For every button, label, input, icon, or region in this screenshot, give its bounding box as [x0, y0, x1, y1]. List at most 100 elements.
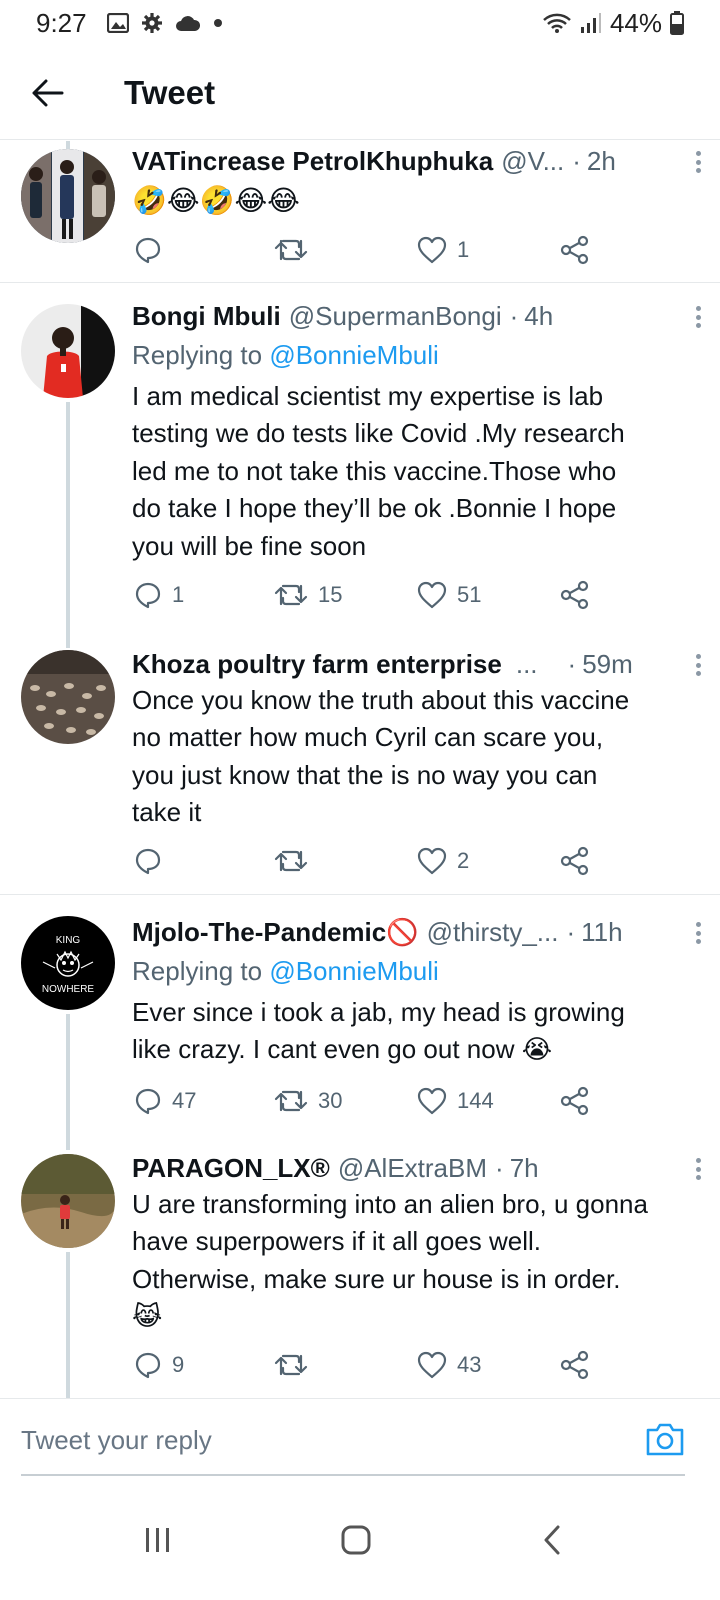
share-button[interactable]	[560, 1350, 590, 1380]
share-icon	[560, 1086, 589, 1116]
avatar[interactable]	[21, 304, 115, 398]
reply-button[interactable]: 9	[134, 1351, 184, 1379]
tweet-meta: Khoza poultry farm enterprise ... · 59m	[132, 644, 701, 684]
share-button[interactable]	[560, 235, 590, 265]
tweet[interactable]: Khoza poultry farm enterprise ... · 59m …	[0, 638, 720, 895]
heart-icon	[417, 236, 447, 264]
retweet-button[interactable]	[274, 1352, 318, 1378]
dot-icon	[213, 18, 223, 28]
tweet-meta: PARAGON_LX® @AlExtraBM · 7h	[132, 1148, 701, 1188]
separator-dot: ·	[509, 300, 519, 331]
reply-button[interactable]: 1	[134, 581, 184, 609]
tweet-body: Bongi Mbuli @SupermanBongi · 4h Replying…	[132, 296, 701, 610]
tweet-meta: VATincrease PetrolKhuphuka @V... · 2h	[132, 141, 701, 181]
avatar[interactable]	[21, 149, 115, 243]
reply-divider	[21, 1474, 685, 1476]
reply-button[interactable]: 47	[134, 1087, 196, 1115]
thread-line	[66, 1132, 70, 1150]
tweet-time[interactable]: 7h	[510, 1153, 539, 1184]
more-options-icon[interactable]	[686, 918, 710, 948]
retweet-button[interactable]	[274, 237, 318, 263]
author-handle[interactable]: @SupermanBongi	[289, 301, 502, 332]
retweet-icon	[274, 850, 308, 872]
retweet-button[interactable]: 30	[274, 1088, 342, 1114]
reply-count: 47	[172, 1088, 197, 1113]
reply-icon	[135, 237, 161, 264]
avatar[interactable]	[21, 1154, 115, 1248]
author-name[interactable]: Khoza poultry farm enterprise	[132, 649, 502, 680]
heart-icon	[417, 847, 447, 875]
reply-button[interactable]	[134, 236, 172, 264]
replying-mention[interactable]: @BonnieMbuli	[269, 340, 438, 370]
battery-icon	[670, 11, 684, 35]
cloud-icon	[175, 14, 201, 32]
author-name[interactable]: Bongi Mbuli	[132, 301, 281, 332]
tweet-body: Mjolo-The-Pandemic🚫 @thirsty_... · 11h R…	[132, 912, 701, 1116]
avatar-text-top: KING	[56, 935, 81, 946]
reply-composer: Tweet your reply	[0, 1398, 720, 1476]
tweet-time[interactable]: 2h	[587, 146, 616, 177]
tweet-actions: 9 43	[132, 1348, 602, 1382]
author-handle[interactable]: @thirsty_...	[427, 917, 559, 948]
status-bar: 9:27 44%	[0, 0, 720, 46]
signal-icon	[580, 12, 602, 34]
reply-input[interactable]: Tweet your reply	[21, 1425, 212, 1456]
replying-prefix: Replying to	[132, 340, 263, 370]
avatar[interactable]	[21, 650, 115, 744]
like-button[interactable]: 144	[417, 1087, 494, 1115]
retweet-button[interactable]	[274, 848, 318, 874]
tweet[interactable]: PARAGON_LX® @AlExtraBM · 7h U are transf…	[0, 1132, 720, 1398]
more-options-icon[interactable]	[686, 650, 710, 680]
heart-icon	[417, 1351, 447, 1379]
retweet-icon	[274, 1354, 308, 1376]
reply-icon	[135, 1352, 161, 1379]
like-button[interactable]: 43	[417, 1351, 481, 1379]
tweet-time[interactable]: 4h	[524, 301, 553, 332]
avatar[interactable]: KING NOWHERE	[21, 916, 115, 1010]
author-name[interactable]: PARAGON_LX®	[132, 1153, 330, 1184]
replying-mention[interactable]: @BonnieMbuli	[269, 956, 438, 986]
share-button[interactable]	[560, 580, 590, 610]
like-button[interactable]: 2	[417, 847, 469, 875]
recent-apps-icon	[146, 1528, 169, 1552]
tweet[interactable]: KING NOWHERE Mjolo-The-Pandemic🚫 @thirst…	[0, 896, 720, 1132]
avatar-text-bottom: NOWHERE	[42, 984, 95, 995]
author-name[interactable]: Mjolo-The-Pandemic🚫	[132, 917, 419, 948]
thread-line	[66, 1014, 70, 1132]
back-button[interactable]	[18, 63, 78, 123]
share-button[interactable]	[560, 1086, 590, 1116]
retweet-button[interactable]: 15	[274, 582, 342, 608]
retweet-count: 30	[318, 1088, 343, 1113]
retweet-count: 15	[318, 582, 343, 607]
like-count: 51	[457, 582, 482, 607]
like-button[interactable]: 51	[417, 581, 481, 609]
author-name[interactable]: VATincrease PetrolKhuphuka	[132, 146, 493, 177]
reply-count: 1	[172, 582, 185, 607]
share-button[interactable]	[560, 846, 590, 876]
more-options-icon[interactable]	[686, 1154, 710, 1184]
tweet[interactable]: Bongi Mbuli @SupermanBongi · 4h Replying…	[0, 284, 720, 638]
home-button[interactable]	[326, 1510, 386, 1570]
tweet-actions: 1	[132, 233, 602, 267]
back-icon	[544, 1525, 560, 1555]
recent-apps-button[interactable]	[128, 1510, 188, 1570]
author-handle[interactable]: @AlExtraBM	[338, 1153, 487, 1184]
reply-icon	[135, 848, 161, 875]
tweet-body: Khoza poultry farm enterprise ... · 59m …	[132, 644, 701, 876]
retweet-icon	[274, 239, 308, 261]
like-count: 43	[457, 1352, 482, 1377]
author-handle[interactable]: @V...	[501, 146, 564, 177]
system-back-button[interactable]	[522, 1510, 582, 1570]
more-options-icon[interactable]	[686, 302, 710, 332]
camera-button[interactable]	[645, 1421, 685, 1457]
tweet-time[interactable]: 11h	[581, 917, 622, 948]
more-options-icon[interactable]	[686, 147, 710, 177]
tweet[interactable]: VATincrease PetrolKhuphuka @V... · 2h 🤣😂…	[0, 141, 720, 283]
tweet-time[interactable]: 59m	[582, 649, 633, 680]
reply-button[interactable]	[134, 847, 172, 875]
camera-icon	[646, 1423, 684, 1456]
like-count: 1	[457, 237, 470, 262]
home-icon	[341, 1525, 371, 1555]
like-button[interactable]: 1	[417, 236, 469, 264]
author-handle[interactable]: ...	[516, 649, 538, 680]
